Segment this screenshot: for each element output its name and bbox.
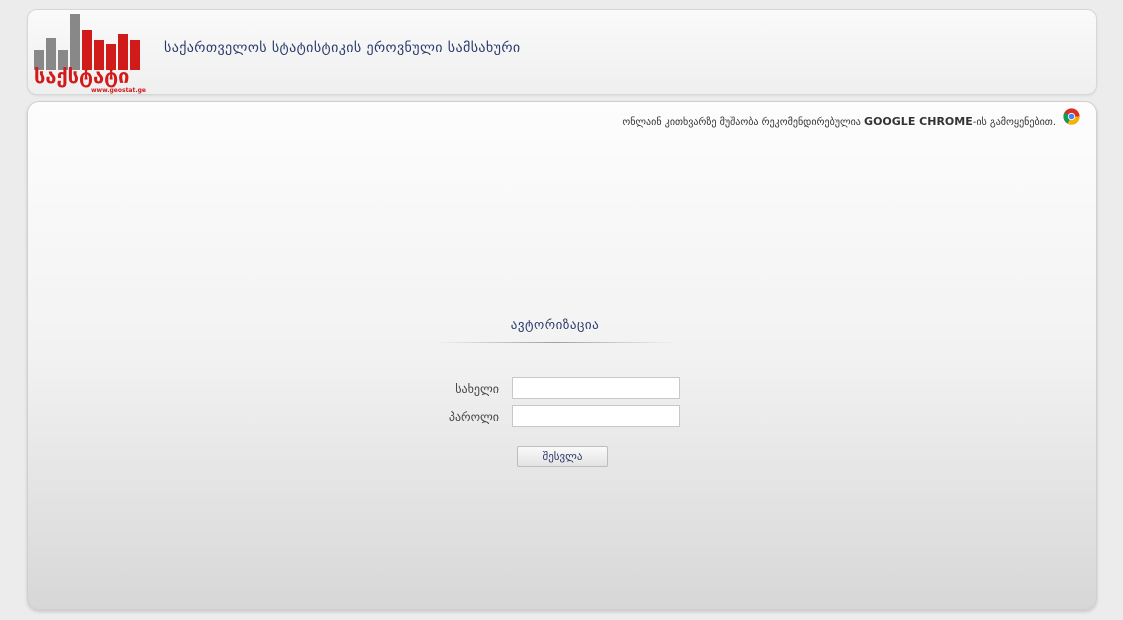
notice-text-before: ონლაინ კითხვარზე მუშაობა რეკომენდირებული… <box>622 117 865 128</box>
logo-bar <box>70 14 80 70</box>
password-field[interactable] <box>512 405 680 427</box>
username-label: სახელი <box>455 382 499 396</box>
password-label: პაროლი <box>448 410 499 424</box>
logo-domain: www.geostat.ge <box>90 87 146 94</box>
browser-notice: ონლაინ კითხვარზე მუშაობა რეკომენდირებული… <box>622 115 1056 128</box>
username-field[interactable] <box>512 377 680 399</box>
logo-bars <box>32 14 150 70</box>
logo[interactable]: საქსტატი www.geostat.ge <box>32 14 150 94</box>
login-button[interactable]: შესვლა <box>517 446 608 467</box>
site-title: საქართველოს სტატისტიკის ეროვნული სამსახუ… <box>164 40 521 56</box>
site-header: საქსტატი www.geostat.ge საქართველოს სტატ… <box>27 9 1097 95</box>
logo-bar <box>130 40 140 70</box>
notice-browser: GOOGLE CHROME <box>864 115 973 128</box>
auth-divider <box>435 342 675 343</box>
page: საქსტატი www.geostat.ge საქართველოს სტატ… <box>0 0 1123 620</box>
chrome-icon <box>1063 108 1080 125</box>
logo-text: საქსტატი <box>34 64 130 88</box>
auth-title: ავტორიზაცია <box>510 318 600 333</box>
main-panel: ონლაინ კითხვარზე მუშაობა რეკომენდირებული… <box>27 101 1097 610</box>
notice-text-after: -ის გამოყენებით. <box>972 117 1056 128</box>
